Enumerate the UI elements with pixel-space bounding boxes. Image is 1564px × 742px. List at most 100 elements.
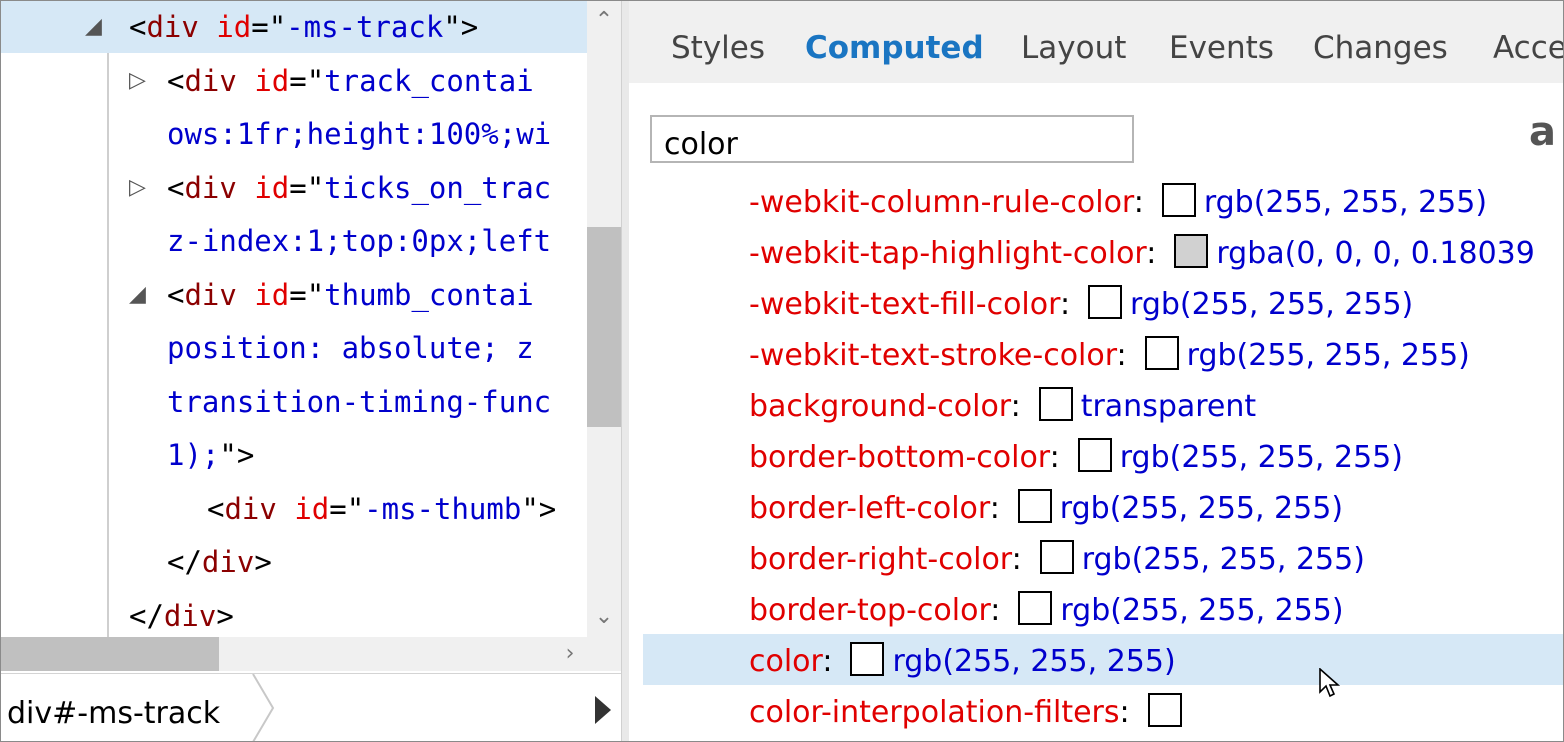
dom-tree: ◢ <div id="-ms-track"> ▷ <div id="track_con… xyxy=(1,1,587,637)
computed-filter-input[interactable]: color xyxy=(650,115,1134,163)
computed-property-row[interactable]: border-left-color: rgb(255, 255, 255) xyxy=(643,481,1563,532)
dom-token: > xyxy=(254,545,272,579)
dom-token: < xyxy=(167,63,185,98)
computed-property-row[interactable]: background-color: transparent xyxy=(643,379,1563,430)
property-name: border-left-color: xyxy=(749,481,1000,537)
dom-token: </ xyxy=(167,545,202,579)
dom-node-text: </div> xyxy=(129,590,234,638)
dom-horizontal-scroll-thumb[interactable] xyxy=(1,637,219,671)
property-colon: : xyxy=(1011,542,1022,577)
dom-node-text: 1);"> xyxy=(167,429,254,481)
dom-token xyxy=(237,171,254,205)
property-value: rgba(0, 0, 0, 0.18039 xyxy=(1216,236,1535,271)
property-colon: : xyxy=(1119,695,1130,730)
property-value: rgb(255, 255, 255) xyxy=(1203,185,1488,220)
dom-token: id xyxy=(294,491,330,526)
dom-explorer-pane: ◢ <div id="-ms-track"> ▷ <div id="track_con… xyxy=(1,1,621,741)
dom-horizontal-scrollbar[interactable]: › xyxy=(1,637,587,671)
property-name-text: -webkit-text-fill-color xyxy=(749,287,1060,322)
dom-node-row[interactable]: ▷ <div id="track_contai xyxy=(1,55,587,107)
dom-token: < xyxy=(167,277,185,312)
dom-node-text: transition-timing-func xyxy=(167,376,551,428)
scroll-right-arrow-icon[interactable]: › xyxy=(553,637,587,671)
dom-node-row[interactable]: 1);"> xyxy=(1,429,587,481)
color-swatch[interactable] xyxy=(1088,285,1123,319)
dom-token xyxy=(199,10,216,44)
dom-token: < xyxy=(167,170,185,205)
dom-node-row[interactable]: transition-timing-func xyxy=(1,376,587,428)
text-style-icon[interactable]: a xyxy=(1529,109,1556,155)
collapsed-triangle-icon[interactable]: ▷ xyxy=(129,162,146,214)
property-name-text: border-bottom-color xyxy=(749,440,1050,475)
computed-property-row[interactable]: border-right-color: rgb(255, 255, 255) xyxy=(643,532,1563,583)
dom-node-text: ows:1fr;height:100%;wi xyxy=(167,108,551,160)
tab-changes[interactable]: Changes xyxy=(1313,1,1448,83)
computed-property-row[interactable]: border-top-color: rgb(255, 255, 255) xyxy=(643,583,1563,634)
dom-node-row[interactable]: ◢ <div id="-ms-track"> xyxy=(1,1,587,53)
collapsed-triangle-icon[interactable]: ▷ xyxy=(129,55,146,107)
computed-property-row[interactable]: -webkit-text-fill-color: rgb(255, 255, 25… xyxy=(643,277,1563,328)
breadcrumb: div#-ms-track xyxy=(1,673,621,741)
color-swatch[interactable] xyxy=(1018,591,1053,625)
tab-acce[interactable]: Acce xyxy=(1493,1,1563,83)
devtools-window: ◢ <div id="-ms-track"> ▷ <div id="track_con… xyxy=(0,0,1564,742)
computed-property-row[interactable]: color-interpolation-filters: xyxy=(643,685,1563,736)
dom-node-row[interactable]: ◢ <div id="thumb_contai xyxy=(1,269,587,321)
property-colon: : xyxy=(1133,185,1144,220)
property-name: color: xyxy=(749,634,832,690)
computed-property-row[interactable]: -webkit-text-stroke-color: rgb(255, 255, … xyxy=(643,328,1563,379)
property-name: -webkit-column-rule-color: xyxy=(749,175,1144,231)
scroll-up-arrow-icon[interactable]: ⌃ xyxy=(587,1,621,41)
breadcrumb-item[interactable]: div#-ms-track xyxy=(7,674,220,741)
dom-node-row[interactable]: <div id="-ms-thumb"> xyxy=(1,483,587,535)
dom-node-row[interactable]: </div> xyxy=(1,536,587,588)
property-name: border-bottom-color: xyxy=(749,430,1060,486)
dom-node-row[interactable]: </div> xyxy=(1,590,587,638)
color-swatch[interactable] xyxy=(1038,387,1073,421)
dom-token: =" xyxy=(329,491,365,526)
computed-property-row[interactable]: -webkit-column-rule-color: rgb(255, 255, … xyxy=(643,175,1563,226)
dom-token: ows:1fr;height:100%;wi xyxy=(167,117,552,151)
dom-token: thumb_contai xyxy=(324,277,534,312)
computed-property-row[interactable]: -webkit-tap-highlight-color: rgba(0, 0, 0… xyxy=(643,226,1563,277)
styles-pane: Styles Computed Layout Events Changes Acce co… xyxy=(629,1,1563,741)
color-swatch[interactable] xyxy=(1017,489,1052,523)
scroll-down-arrow-icon[interactable]: ⌄ xyxy=(587,597,621,637)
property-name: border-top-color: xyxy=(749,583,1000,639)
tab-events[interactable]: Events xyxy=(1169,1,1274,83)
property-name-text: color-interpolation-filters xyxy=(749,695,1120,730)
dom-node-row[interactable]: position: absolute; z xyxy=(1,322,587,374)
dom-token: < xyxy=(207,491,225,526)
color-swatch[interactable] xyxy=(1147,693,1182,727)
color-swatch[interactable] xyxy=(1077,438,1112,472)
computed-property-row[interactable]: color: rgb(255, 255, 255) xyxy=(643,634,1563,685)
color-swatch[interactable] xyxy=(850,642,885,676)
expanded-triangle-icon[interactable]: ◢ xyxy=(129,269,146,321)
dom-token: =" xyxy=(289,63,325,98)
dom-token: z-index:1;top:0px;left xyxy=(167,224,552,258)
color-swatch[interactable] xyxy=(1039,540,1074,574)
color-swatch[interactable] xyxy=(1174,234,1209,268)
dom-vertical-scrollbar[interactable]: ⌃ ⌄ xyxy=(587,1,621,637)
tab-styles[interactable]: Styles xyxy=(671,1,765,83)
property-value: rgb(255, 255, 255) xyxy=(1081,542,1365,577)
color-swatch[interactable] xyxy=(1144,336,1179,370)
tab-computed[interactable]: Computed xyxy=(805,1,984,83)
property-name-text: border-top-color xyxy=(749,593,991,628)
dom-node-row[interactable]: z-index:1;top:0px;left xyxy=(1,215,587,267)
tab-layout[interactable]: Layout xyxy=(1021,1,1126,83)
dom-token: div xyxy=(201,545,255,579)
computed-property-row[interactable]: border-bottom-color: rgb(255, 255, 255) xyxy=(643,430,1563,481)
dom-node-row[interactable]: ▷ <div id="ticks_on_trac xyxy=(1,162,587,214)
property-name: border-right-color: xyxy=(749,532,1022,588)
dom-vertical-scroll-thumb[interactable] xyxy=(587,227,621,427)
mouse-cursor-icon xyxy=(1319,668,1341,698)
dom-node-row[interactable]: ows:1fr;height:100%;wi xyxy=(1,108,587,160)
breadcrumb-separator-icon xyxy=(252,674,275,741)
expanded-triangle-icon[interactable]: ◢ xyxy=(85,1,102,53)
dom-token: id xyxy=(254,170,290,205)
breadcrumb-next-arrow-icon[interactable] xyxy=(595,696,611,724)
color-swatch[interactable] xyxy=(1161,183,1196,217)
dom-node-text: <div id="track_contai xyxy=(167,55,534,107)
dom-token: id xyxy=(254,277,290,312)
